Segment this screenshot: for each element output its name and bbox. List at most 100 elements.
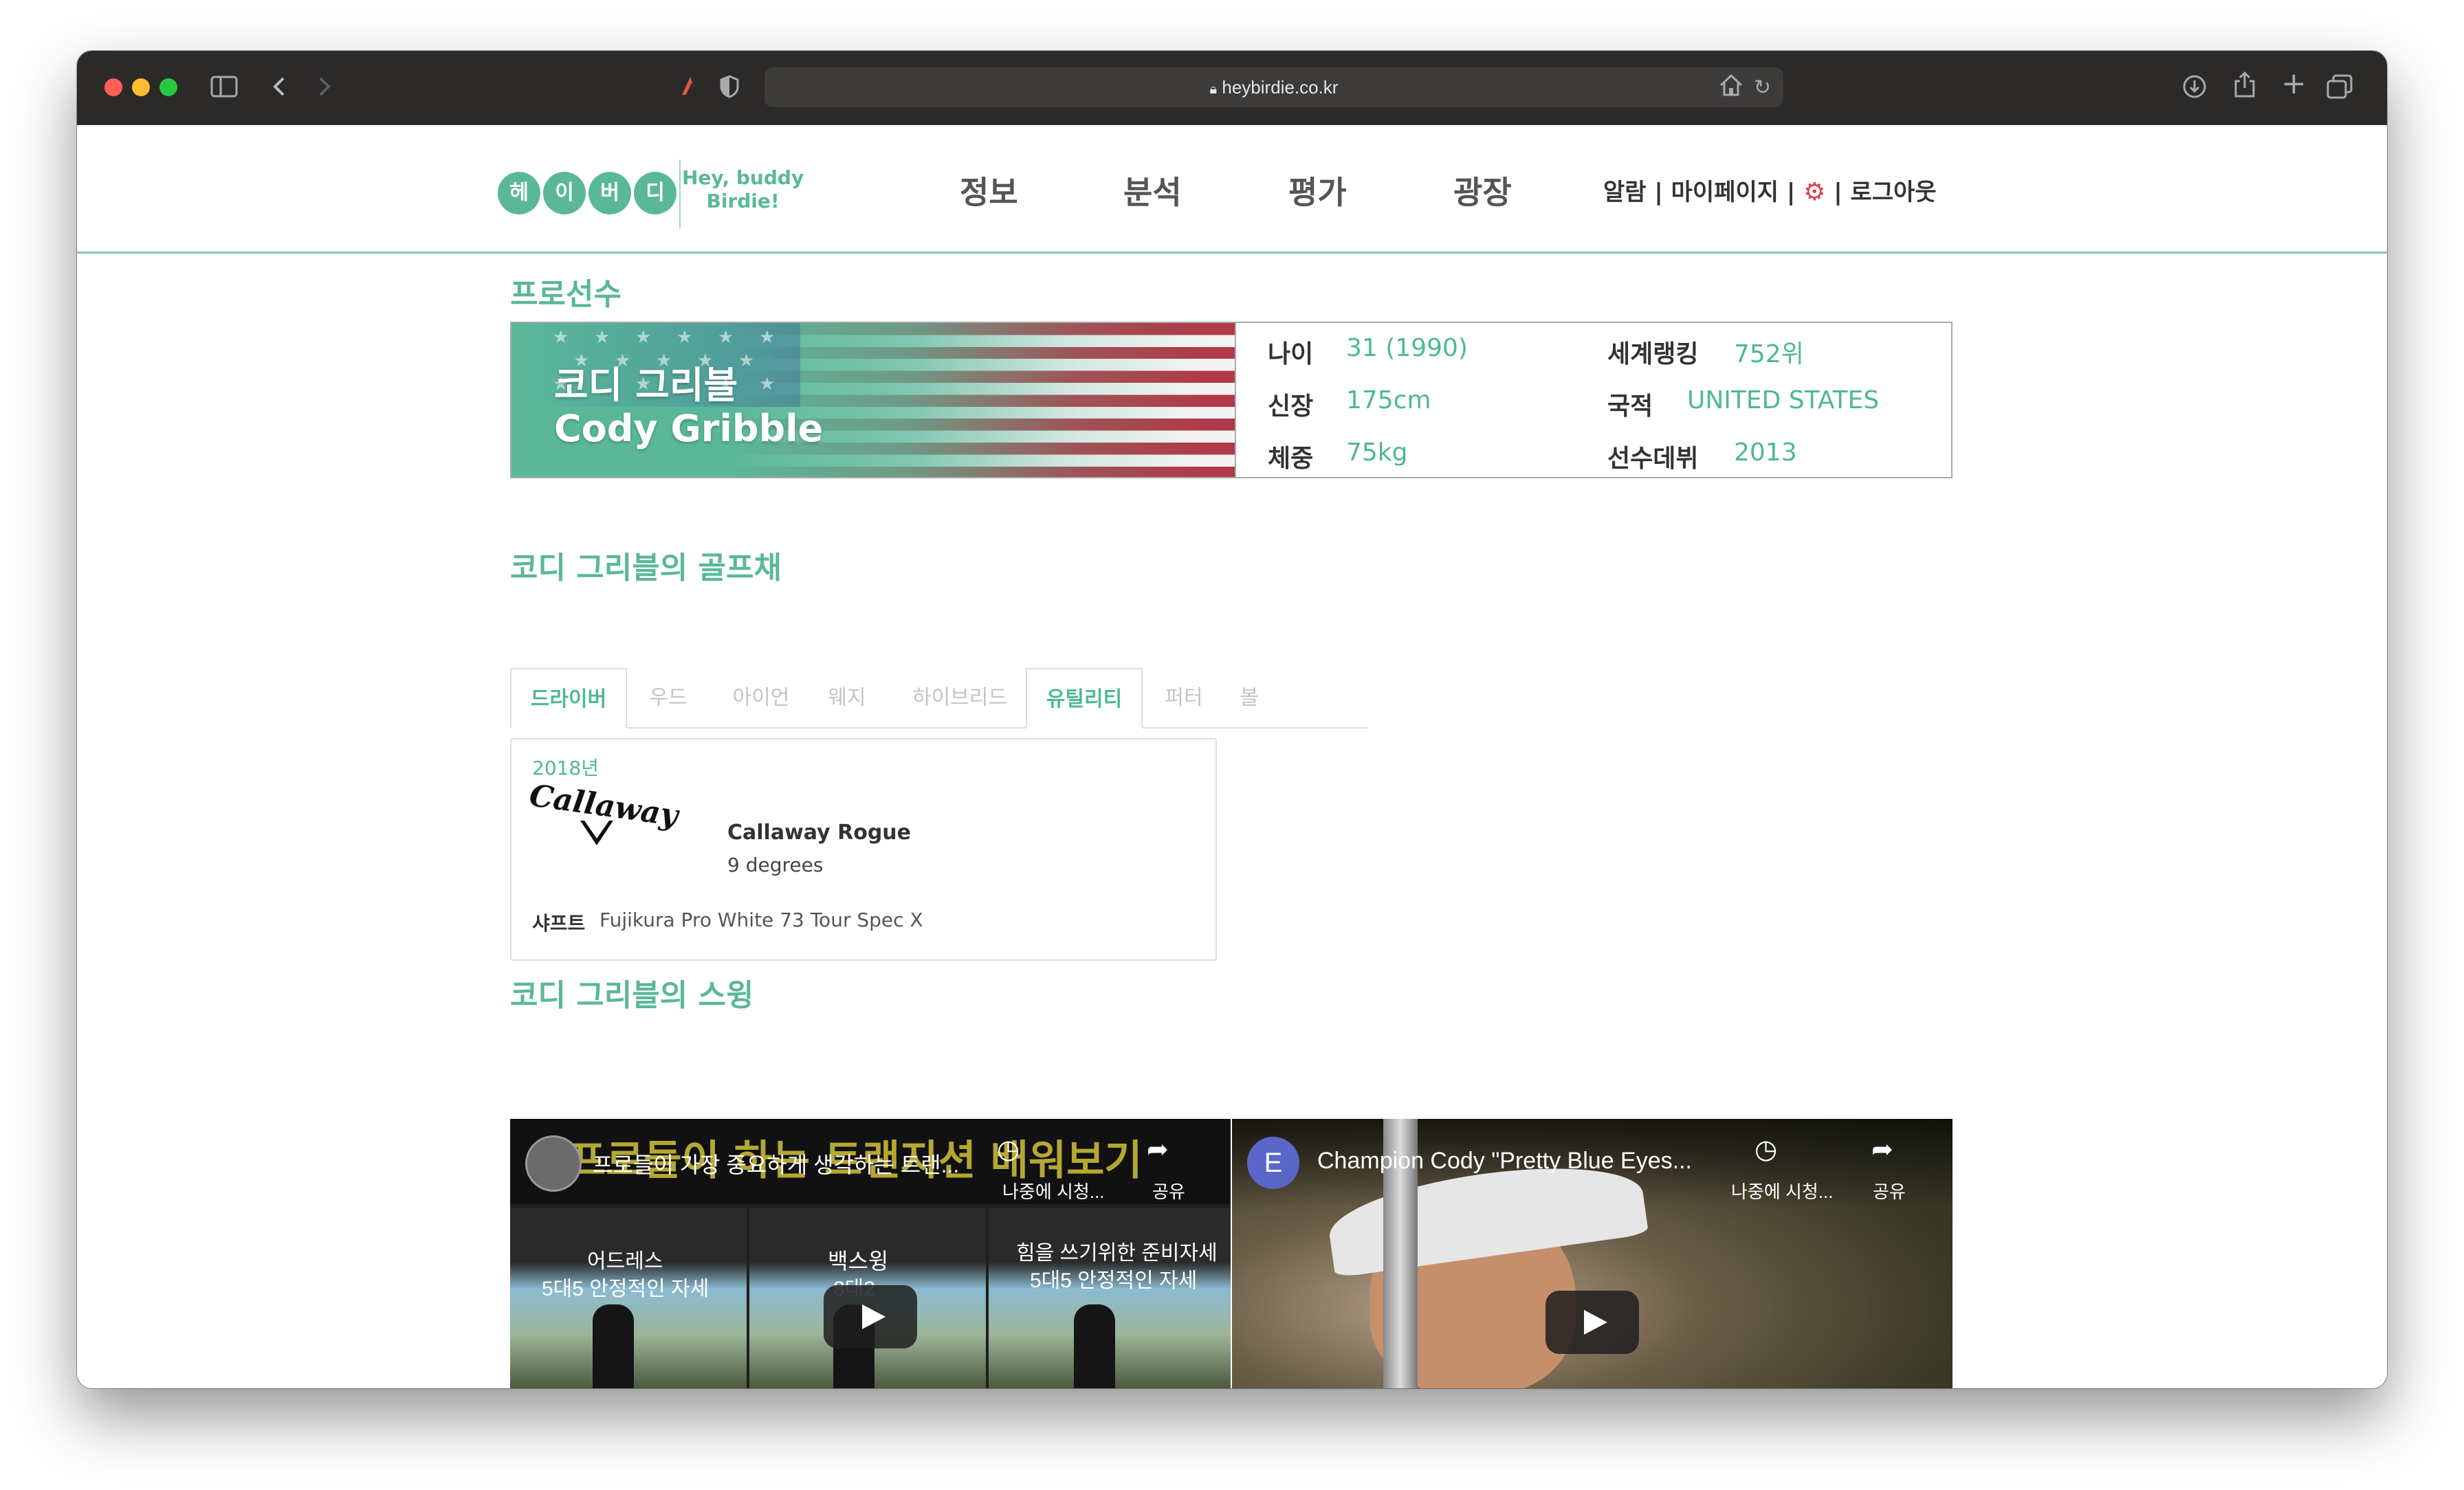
nav-analysis[interactable]: 분석: [1123, 168, 1182, 213]
extension-icon[interactable]: [676, 74, 700, 104]
browser-toolbar: 🔒︎ heybirdie.co.kr ↻ +: [77, 51, 2387, 126]
share-arrow-icon[interactable]: ➦: [1147, 1134, 1169, 1165]
star-icon: ★: [553, 327, 569, 348]
player-card: ★ ★ ★ ★ ★ ★ ★ ★ ★ ★ ★ ★ ★ ★ ★ 코디 그리블 Cod…: [510, 322, 1952, 478]
channel-avatar[interactable]: [525, 1135, 582, 1192]
logo-letter: 헤: [498, 172, 540, 214]
star-icon: ★: [594, 327, 610, 348]
player-banner: ★ ★ ★ ★ ★ ★ ★ ★ ★ ★ ★ ★ ★ ★ ★ 코디 그리블 Cod…: [512, 323, 1235, 477]
new-tab-icon[interactable]: +: [2281, 69, 2307, 99]
thumbnail-caption: 5대5 안정적인 자세: [542, 1278, 710, 1300]
tab-overview-icon[interactable]: [2326, 74, 2353, 104]
clock-icon[interactable]: ◷: [997, 1134, 1020, 1165]
downloads-icon[interactable]: [2182, 74, 2207, 104]
logout-link[interactable]: | 로그아웃: [1834, 179, 1936, 206]
tab-ball[interactable]: 볼: [1225, 668, 1273, 729]
section-title-swing: 코디 그리블의 스윙: [510, 978, 754, 1013]
player-name-en: Cody Gribble: [554, 407, 824, 450]
watch-later-label[interactable]: 나중에 시청...: [1002, 1178, 1105, 1203]
video-embed-1[interactable]: 프로들이 하는 트랜지션 배워보기 프로들이 가장 중요하게 생각하는 트랜..…: [510, 1119, 1231, 1388]
channel-avatar[interactable]: E: [1247, 1137, 1299, 1189]
tab-putter[interactable]: 퍼터: [1150, 668, 1218, 729]
info-value-debut: 2013: [1734, 438, 1797, 467]
share-label[interactable]: 공유: [1873, 1178, 1906, 1203]
logo-letter: 디: [634, 172, 676, 214]
golfer-figure: [593, 1304, 634, 1388]
minimize-window-button[interactable]: [132, 78, 150, 96]
shaft-label: 샤프트: [532, 912, 586, 935]
video-title[interactable]: Champion Cody "Pretty Blue Eyes...: [1317, 1148, 1692, 1175]
info-label-height: 신장: [1268, 392, 1314, 421]
play-button[interactable]: [824, 1285, 917, 1348]
star-icon: ★: [676, 327, 693, 348]
info-value-weight: 75kg: [1346, 438, 1408, 467]
star-icon: ★: [759, 327, 776, 348]
close-window-button[interactable]: [104, 78, 122, 96]
play-button[interactable]: [1546, 1291, 1639, 1354]
star-icon: ★: [738, 351, 755, 371]
golfer-figure: [1074, 1304, 1115, 1388]
club-model: Callaway Rogue: [727, 821, 911, 845]
card-divider: [1235, 323, 1236, 477]
thumbnail-caption: 힘을 쓰기위한 준비자세: [1016, 1242, 1218, 1265]
star-icon: ★: [759, 374, 776, 394]
info-label-weight: 체중: [1268, 445, 1314, 473]
callaway-logo: Callaway: [527, 778, 680, 854]
reload-icon[interactable]: ↻: [1754, 76, 1771, 100]
browser-window: 🔒︎ heybirdie.co.kr ↻ + 헤 이 버 디 Hey, budd…: [77, 51, 2387, 1388]
maximize-window-button[interactable]: [160, 78, 177, 96]
address-bar[interactable]: 🔒︎ heybirdie.co.kr ↻: [764, 67, 1783, 107]
info-value-height: 175cm: [1346, 386, 1431, 414]
video-embed-2[interactable]: E Champion Cody "Pretty Blue Eyes... ◷ 나…: [1232, 1119, 1952, 1388]
home-icon[interactable]: [1717, 71, 1745, 104]
share-arrow-icon[interactable]: ➦: [1871, 1134, 1893, 1165]
section-title-clubs: 코디 그리블의 골프채: [510, 551, 782, 586]
thumbnail-caption: 5대5 안정적인 자세: [1030, 1269, 1198, 1292]
info-value-world-rank: 752위: [1734, 340, 1804, 368]
privacy-shield-icon[interactable]: [719, 74, 740, 104]
web-page: 헤 이 버 디 Hey, buddy Birdie! 정보 분석 평가 광장 알…: [77, 125, 2387, 1388]
settings-gear-icon[interactable]: ⚙: [1803, 178, 1825, 206]
swing-videos: 프로들이 하는 트랜지션 배워보기 프로들이 가장 중요하게 생각하는 트랜..…: [510, 1119, 1952, 1388]
star-icon: ★: [718, 327, 734, 348]
section-title-pro-player: 프로선수: [510, 277, 622, 312]
share-label[interactable]: 공유: [1152, 1178, 1185, 1203]
info-value-nationality: UNITED STATES: [1687, 386, 1880, 414]
user-menu: 알람 | 마이페이지 | ⚙ | 로그아웃: [1603, 173, 1937, 207]
share-icon[interactable]: [2233, 71, 2256, 104]
info-value-age: 31 (1990): [1346, 334, 1468, 362]
forward-icon[interactable]: [316, 74, 333, 104]
sidebar-icon[interactable]: [210, 74, 238, 104]
url-text: 🔒︎ heybirdie.co.kr: [1209, 77, 1339, 98]
player-name-ko: 코디 그리블: [554, 364, 738, 407]
nav-info[interactable]: 정보: [960, 168, 1018, 213]
logo-tagline: Hey, buddy Birdie!: [682, 166, 804, 212]
user-links[interactable]: 알람 | 마이페이지 |: [1603, 179, 1795, 206]
back-icon[interactable]: [271, 74, 287, 104]
club-loft: 9 degrees: [727, 854, 824, 876]
clock-icon[interactable]: ◷: [1754, 1134, 1777, 1165]
nav-plaza[interactable]: 광장: [1453, 168, 1512, 213]
info-label-nationality: 국적: [1607, 392, 1653, 421]
logo-letter: 이: [543, 172, 586, 214]
logo-divider: [679, 159, 681, 228]
tab-wedge[interactable]: 웨지: [813, 668, 881, 729]
thumbnail-caption: 어드레스: [587, 1250, 663, 1273]
club-year: 2018년: [532, 757, 600, 779]
shaft-value: Fujikura Pro White 73 Tour Spec X: [600, 909, 923, 931]
header-divider: [77, 252, 2387, 254]
nav-rating[interactable]: 평가: [1288, 168, 1347, 213]
video-title[interactable]: 프로들이 가장 중요하게 생각하는 트랜...: [593, 1148, 959, 1179]
logo-letter: 버: [588, 172, 631, 214]
club-card: 2018년 Callaway Callaway Rogue 9 degrees …: [510, 738, 1217, 961]
watch-later-label[interactable]: 나중에 시청...: [1731, 1178, 1834, 1203]
info-label-debut: 선수데뷔: [1607, 445, 1699, 473]
tab-iron[interactable]: 아이언: [716, 668, 806, 729]
tab-hybrid[interactable]: 하이브리드: [891, 668, 1028, 729]
lock-icon: 🔒︎: [1209, 82, 1218, 97]
tab-wood[interactable]: 우드: [634, 668, 703, 729]
tab-utility[interactable]: 유틸리티: [1026, 668, 1143, 729]
tab-driver[interactable]: 드라이버: [510, 668, 627, 729]
star-icon: ★: [635, 327, 652, 348]
info-label-age: 나이: [1268, 340, 1314, 368]
